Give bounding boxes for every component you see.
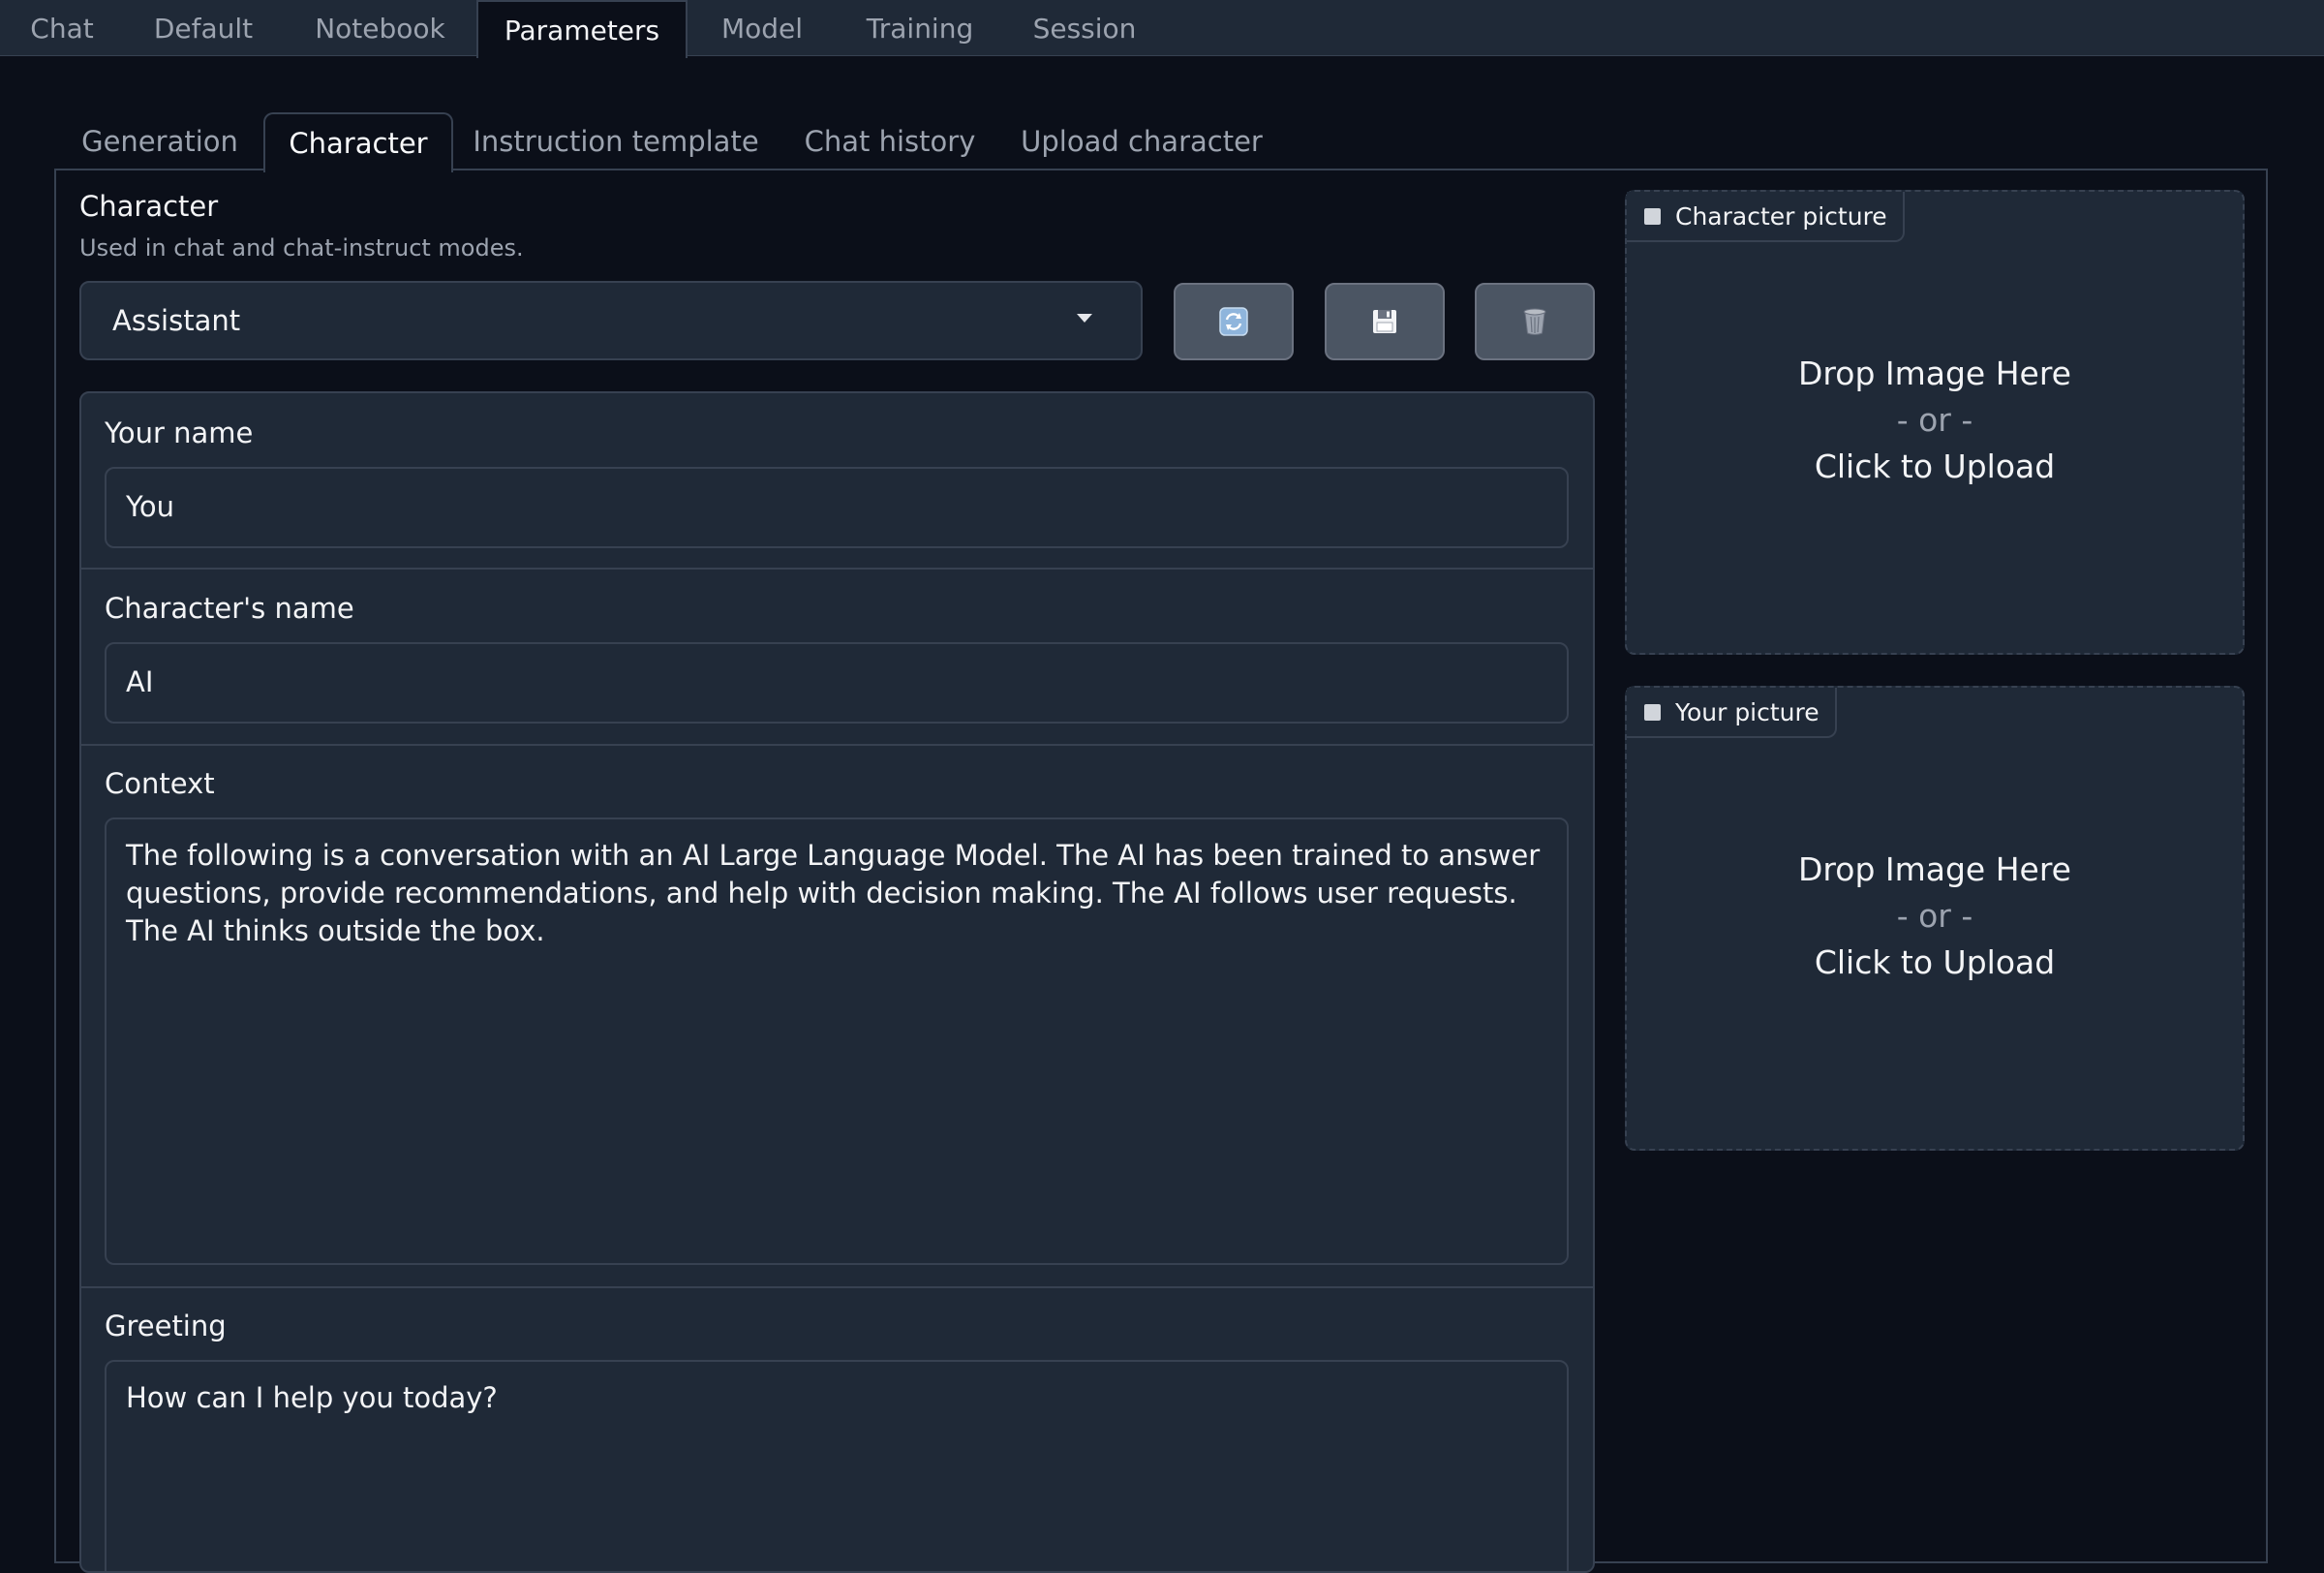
character-picture-label: Character picture	[1627, 192, 1905, 242]
or-text: - or -	[1896, 897, 1973, 935]
divider	[81, 1286, 1593, 1288]
divider	[81, 744, 1593, 746]
your-name-label: Your name	[105, 416, 254, 449]
your-name-input[interactable]: You	[105, 467, 1569, 548]
context-label: Context	[105, 767, 215, 800]
tab-notebook[interactable]: Notebook	[300, 0, 460, 56]
your-picture-label-text: Your picture	[1675, 697, 1819, 726]
tab-upload-character[interactable]: Upload character	[1017, 112, 1267, 170]
floppy-disk-icon	[1373, 310, 1396, 333]
tab-session[interactable]: Session	[1017, 0, 1152, 56]
greeting-label: Greeting	[105, 1310, 227, 1342]
tab-default[interactable]: Default	[136, 0, 271, 56]
drop-image-text: Drop Image Here	[1798, 355, 2071, 392]
character-dropdown-value: Assistant	[112, 304, 241, 337]
image-icon	[1644, 208, 1661, 225]
delete-button[interactable]	[1475, 283, 1595, 360]
drop-image-text: Drop Image Here	[1798, 850, 2071, 888]
click-to-upload-text: Click to Upload	[1814, 943, 2056, 981]
tab-instruction-template[interactable]: Instruction template	[471, 112, 761, 170]
tab-chat[interactable]: Chat	[14, 0, 110, 56]
character-form: Your name You Character's name AI Contex…	[79, 391, 1595, 1573]
your-picture-label: Your picture	[1627, 688, 1837, 738]
tab-chat-history[interactable]: Chat history	[792, 112, 988, 170]
character-picture-label-text: Character picture	[1675, 201, 1887, 231]
tab-training[interactable]: Training	[852, 0, 988, 56]
image-icon	[1644, 704, 1661, 721]
save-button[interactable]	[1325, 283, 1445, 360]
tab-generation[interactable]: Generation	[68, 112, 252, 170]
trash-icon	[1523, 308, 1546, 335]
chevron-down-icon	[1077, 314, 1092, 323]
your-picture-upload[interactable]: Your picture Drop Image Here - or - Clic…	[1625, 686, 2245, 1151]
or-text: - or -	[1896, 401, 1973, 439]
tab-parameters[interactable]: Parameters	[476, 0, 688, 58]
top-tab-bar: Chat Default Notebook Parameters Model T…	[0, 0, 2324, 58]
refresh-icon	[1219, 307, 1248, 336]
greeting-textarea[interactable]: How can I help you today?	[105, 1360, 1569, 1571]
click-to-upload-text: Click to Upload	[1814, 447, 2056, 485]
character-picture-upload[interactable]: Character picture Drop Image Here - or -…	[1625, 190, 2245, 655]
character-info: Used in chat and chat-instruct modes.	[79, 234, 524, 262]
character-name-label: Character's name	[105, 592, 354, 625]
tab-character[interactable]: Character	[263, 112, 453, 172]
tab-model[interactable]: Model	[705, 0, 819, 56]
character-label: Character	[79, 190, 219, 223]
refresh-button[interactable]	[1174, 283, 1294, 360]
character-name-input[interactable]: AI	[105, 642, 1569, 724]
context-textarea[interactable]: The following is a conversation with an …	[105, 817, 1569, 1265]
divider	[81, 568, 1593, 570]
character-dropdown[interactable]: Assistant	[79, 281, 1143, 360]
